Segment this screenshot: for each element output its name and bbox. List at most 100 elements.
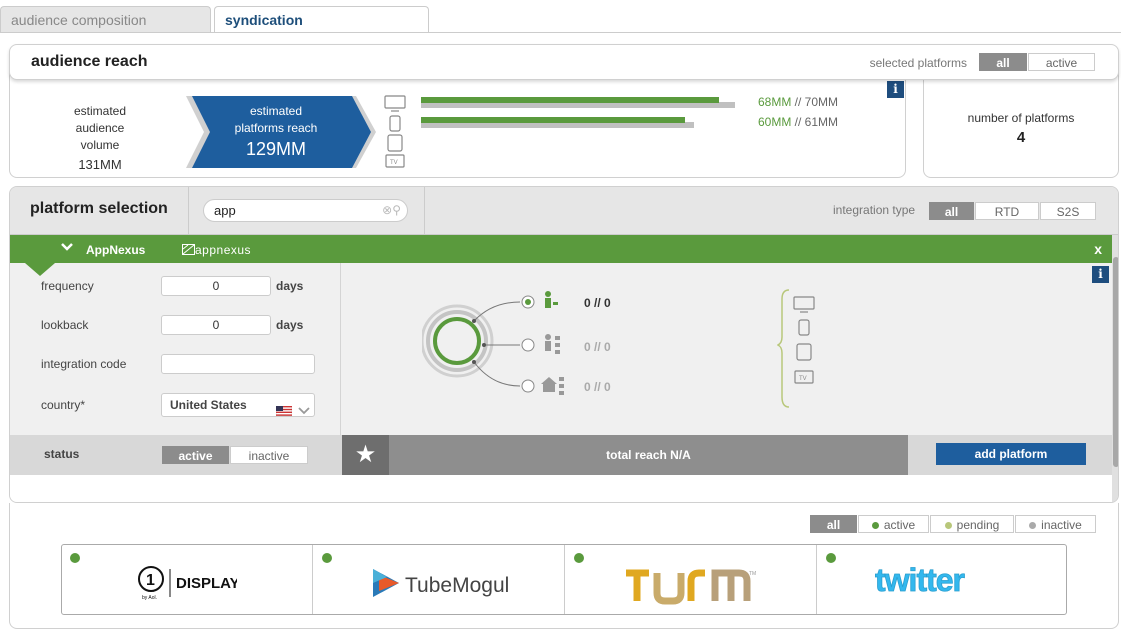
aol-display-logo: 1 by Aol. DISPLAY bbox=[62, 565, 312, 601]
star-icon: ★ bbox=[354, 441, 377, 468]
status-inactive-toggle[interactable]: inactive bbox=[230, 446, 308, 464]
svg-text:twitter: twitter bbox=[875, 563, 965, 598]
platform-card-twitter[interactable]: twitter bbox=[818, 545, 1069, 614]
svg-text:TM: TM bbox=[749, 571, 756, 577]
person-icon bbox=[545, 291, 558, 308]
platform-row-header[interactable]: AppNexus appnexus x bbox=[10, 235, 1112, 263]
active-status-dot bbox=[574, 553, 584, 563]
lookback-input[interactable]: 0 bbox=[161, 315, 271, 335]
tab-divider bbox=[0, 32, 1121, 33]
filter-inactive[interactable]: inactive bbox=[1015, 515, 1096, 533]
close-platform-button[interactable]: x bbox=[1094, 241, 1102, 257]
integration-code-label: integration code bbox=[41, 357, 127, 371]
clear-icon[interactable]: ⊗ bbox=[382, 203, 392, 217]
filter-pending[interactable]: pending bbox=[930, 515, 1014, 533]
integration-all-toggle[interactable]: all bbox=[929, 202, 974, 220]
scrollbar-thumb[interactable] bbox=[1113, 257, 1118, 467]
selected-active-toggle[interactable]: active bbox=[1028, 53, 1095, 71]
home-icon bbox=[541, 377, 564, 395]
tablet-icon bbox=[796, 343, 812, 361]
filter-all[interactable]: all bbox=[810, 515, 857, 533]
svg-text:TubeMogul: TubeMogul bbox=[405, 574, 509, 597]
search-value: app bbox=[214, 203, 236, 218]
pending-dot-icon bbox=[944, 522, 952, 529]
search-icon[interactable]: ⚲ bbox=[392, 203, 401, 217]
display-word: DISPLAY bbox=[176, 575, 237, 592]
platform-reach-visual: 0 // 0 0 // 0 0 // 0 TV i bbox=[342, 263, 1112, 435]
status-active-toggle[interactable]: active bbox=[162, 446, 229, 464]
platform-selection-title: platform selection bbox=[30, 200, 168, 217]
estimated-audience-label: estimated audience volume bbox=[73, 104, 127, 152]
tv-icon: TV bbox=[385, 154, 405, 168]
active-status-dot bbox=[826, 553, 836, 563]
integration-rtd-toggle[interactable]: RTD bbox=[975, 202, 1039, 220]
filter-active[interactable]: active bbox=[858, 515, 929, 533]
twitter-logo: twitter bbox=[818, 562, 1069, 599]
number-of-platforms-panel: number of platforms 4 bbox=[923, 72, 1119, 178]
estimated-reach-label: estimated platforms reach bbox=[234, 104, 318, 135]
platform-logos-panel: all active pending inactive 1 by Aol. DI… bbox=[9, 503, 1119, 629]
expand-notch bbox=[25, 263, 55, 276]
chevron-down-icon[interactable] bbox=[298, 401, 310, 423]
frequency-input[interactable]: 0 bbox=[161, 276, 271, 296]
favorite-star-button[interactable]: ★ bbox=[342, 435, 389, 475]
reach-bar-label: 60MM // 61MM bbox=[758, 115, 839, 129]
tablet-icon bbox=[387, 134, 403, 152]
platform-search-input[interactable]: app ⊗⚲ bbox=[203, 199, 408, 222]
svg-text:TV: TV bbox=[390, 160, 398, 166]
tab-syndication[interactable]: syndication bbox=[214, 6, 429, 33]
frequency-label: frequency bbox=[41, 279, 94, 293]
frequency-unit: days bbox=[276, 279, 304, 293]
status-label: status bbox=[44, 447, 80, 461]
reach-value-household: 0 // 0 bbox=[584, 340, 611, 354]
us-flag-icon bbox=[275, 401, 293, 423]
integration-s2s-toggle[interactable]: S2S bbox=[1040, 202, 1096, 220]
tubemogul-logo: TubeMogul bbox=[314, 565, 564, 601]
device-brace: TV bbox=[777, 289, 815, 408]
appnexus-logo: appnexus bbox=[182, 243, 251, 257]
chevron-down-icon[interactable] bbox=[60, 241, 74, 256]
audience-reach-title: audience reach bbox=[31, 53, 148, 70]
active-status-dot bbox=[322, 553, 332, 563]
platform-list-space bbox=[10, 475, 1112, 502]
svg-text:TV: TV bbox=[799, 376, 807, 382]
integration-code-input[interactable] bbox=[161, 354, 315, 374]
platform-logo-strip: 1 by Aol. DISPLAY TubeMogul TM twitter bbox=[61, 544, 1067, 615]
platform-form: frequency 0 days lookback 0 days integra… bbox=[10, 263, 341, 435]
platform-selection-panel: platform selection app ⊗⚲ integration ty… bbox=[9, 186, 1119, 503]
selected-all-toggle[interactable]: all bbox=[979, 53, 1027, 71]
integration-type-label: integration type bbox=[833, 203, 916, 217]
aol-sub: by Aol. bbox=[142, 595, 157, 601]
active-status-dot bbox=[70, 553, 80, 563]
platform-scrollbar[interactable] bbox=[1112, 235, 1118, 502]
reach-value-person: 0 // 0 bbox=[584, 296, 611, 310]
platform-info-icon[interactable]: i bbox=[1092, 266, 1109, 283]
reach-value-home: 0 // 0 bbox=[584, 380, 611, 394]
inactive-dot-icon bbox=[1029, 522, 1037, 529]
country-select[interactable]: United States bbox=[161, 393, 315, 417]
platforms-count-value: 4 bbox=[1016, 129, 1026, 146]
platform-card-turn[interactable]: TM bbox=[566, 545, 817, 614]
tab-audience-composition[interactable]: audience composition bbox=[0, 6, 211, 33]
svg-text:1: 1 bbox=[146, 572, 155, 589]
estimated-audience-volume: estimated audience volume 131MM bbox=[40, 103, 160, 173]
add-platform-button[interactable]: add platform bbox=[936, 443, 1086, 465]
country-label: country* bbox=[41, 398, 86, 412]
mobile-icon bbox=[389, 115, 401, 132]
reach-bar-green bbox=[421, 97, 719, 103]
estimated-reach-value: 129MM bbox=[245, 139, 307, 159]
estimated-platforms-reach: estimated platforms reach 129MM bbox=[210, 103, 342, 158]
search-icons: ⊗⚲ bbox=[382, 203, 401, 217]
desktop-icon bbox=[384, 95, 406, 112]
platform-card-display[interactable]: 1 by Aol. DISPLAY bbox=[62, 545, 313, 614]
device-icons: TV bbox=[384, 95, 406, 168]
turn-logo: TM bbox=[566, 567, 816, 605]
reach-info-icon[interactable]: i bbox=[887, 81, 904, 98]
audience-reach-body: estimated audience volume 131MM estimate… bbox=[9, 72, 906, 178]
selected-platforms-label: selected platforms bbox=[869, 56, 967, 70]
country-value: United States bbox=[170, 398, 247, 412]
header-divider bbox=[424, 187, 425, 235]
platform-card-tubemogul[interactable]: TubeMogul bbox=[314, 545, 565, 614]
tv-icon: TV bbox=[794, 370, 814, 384]
mobile-icon bbox=[798, 319, 810, 336]
